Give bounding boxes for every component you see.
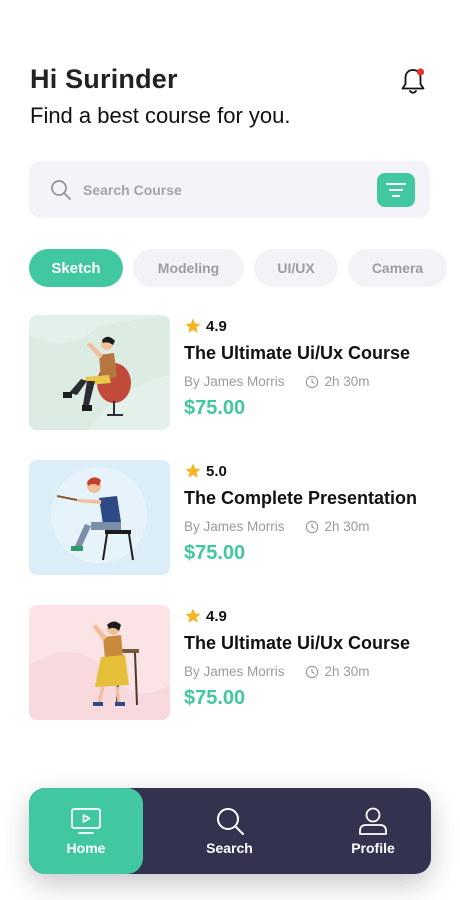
course-price: $75.00 <box>184 397 246 419</box>
course-price: $75.00 <box>184 687 246 709</box>
star-icon <box>185 463 201 478</box>
course-info: 5.0 The Complete Presentation By James M… <box>184 460 439 565</box>
rating-value: 4.9 <box>206 317 227 335</box>
header: Hi Surinder Find a best course for you. <box>30 64 430 129</box>
course-meta: By James Morris 2h 30m <box>184 664 439 679</box>
course-thumbnail <box>29 605 170 720</box>
bottom-nav: Home Search Profile <box>29 788 431 874</box>
star-icon <box>185 608 201 623</box>
course-card[interactable]: 5.0 The Complete Presentation By James M… <box>29 460 439 575</box>
course-rating: 4.9 <box>184 317 439 335</box>
search-icon <box>51 179 71 200</box>
chip-camera[interactable]: Camera <box>348 249 447 287</box>
course-duration: 2h 30m <box>324 664 370 679</box>
clock-icon <box>305 520 318 533</box>
user-icon <box>359 807 387 835</box>
course-author: By James Morris <box>184 519 285 534</box>
nav-search-label: Search <box>206 840 253 856</box>
subtitle: Find a best course for you. <box>30 103 291 128</box>
tv-icon <box>71 808 101 834</box>
notification-dot <box>416 68 425 76</box>
course-thumbnail <box>29 315 170 430</box>
nav-profile[interactable]: Profile <box>315 788 431 874</box>
chip-uiux[interactable]: UI/UX <box>254 249 338 287</box>
nav-home-label: Home <box>66 840 106 856</box>
search-input[interactable] <box>83 181 363 198</box>
rating-value: 5.0 <box>206 462 227 480</box>
notification-button[interactable] <box>398 66 428 96</box>
search-bar <box>29 161 430 218</box>
course-card[interactable]: 4.9 The Ultimate Ui/Ux Course By James M… <box>29 605 439 720</box>
star-icon <box>185 318 201 333</box>
course-author: By James Morris <box>184 664 285 679</box>
course-duration: 2h 30m <box>324 519 370 534</box>
course-title: The Ultimate Ui/Ux Course <box>184 343 411 363</box>
search-icon <box>216 808 244 835</box>
rating-value: 4.9 <box>206 607 227 625</box>
clock-icon <box>305 665 318 678</box>
clock-icon <box>305 375 318 388</box>
course-title: The Complete Presentation <box>184 488 418 508</box>
course-rating: 5.0 <box>184 462 439 480</box>
filter-button[interactable] <box>377 173 415 207</box>
course-title: The Ultimate Ui/Ux Course <box>184 633 411 653</box>
course-info: 4.9 The Ultimate Ui/Ux Course By James M… <box>184 605 439 710</box>
nav-search[interactable]: Search <box>171 788 288 874</box>
course-price: $75.00 <box>184 542 246 564</box>
course-thumbnail <box>29 460 170 575</box>
greeting: Hi Surinder <box>30 64 178 94</box>
course-author: By James Morris <box>184 374 285 389</box>
course-meta: By James Morris 2h 30m <box>184 519 439 534</box>
bell-icon <box>401 68 425 94</box>
course-card[interactable]: 4.9 The Ultimate Ui/Ux Course By James M… <box>29 315 439 430</box>
course-rating: 4.9 <box>184 607 439 625</box>
filter-icon <box>386 183 406 197</box>
chip-modeling[interactable]: Modeling <box>133 249 244 287</box>
course-meta: By James Morris 2h 30m <box>184 374 439 389</box>
nav-profile-label: Profile <box>351 840 395 856</box>
nav-home[interactable]: Home <box>29 788 143 874</box>
course-info: 4.9 The Ultimate Ui/Ux Course By James M… <box>184 315 439 420</box>
category-chips: Sketch Modeling UI/UX Camera <box>29 249 447 287</box>
chip-sketch[interactable]: Sketch <box>29 249 123 287</box>
course-duration: 2h 30m <box>324 374 370 389</box>
